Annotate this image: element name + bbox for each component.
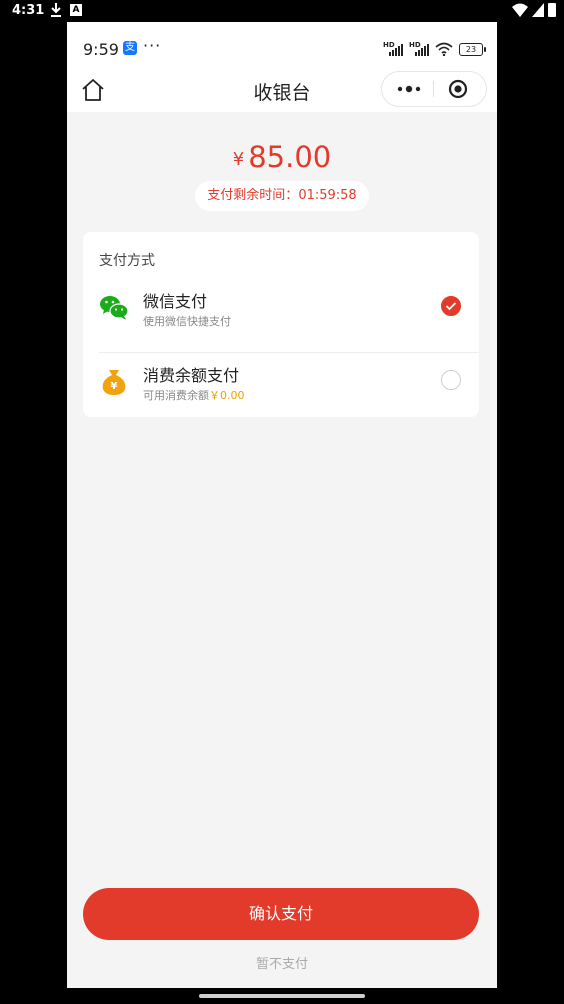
radio-selected[interactable] <box>441 296 461 316</box>
payment-method-wechat[interactable]: 微信支付 使用微信快捷支付 <box>83 280 479 354</box>
method-description: 可用消费余额￥0.00 <box>143 387 245 403</box>
payment-methods-title: 支付方式 <box>99 253 155 269</box>
signal-icon <box>532 3 544 17</box>
wechat-icon <box>100 296 129 320</box>
currency-symbol: ¥ <box>232 149 245 170</box>
mini-program-capsule <box>381 71 487 107</box>
inner-time: 9:59 <box>83 40 119 59</box>
payment-methods-card: 支付方式 微信支付 使用微信快捷支付 ¥ 消费余额支付 可用消费余额￥0.00 <box>83 232 479 417</box>
method-name: 消费余额支付 <box>143 366 240 385</box>
countdown-label: 支付剩余时间： <box>207 188 299 203</box>
balance-label: 可用消费余额 <box>143 389 209 402</box>
balance-amount: ￥0.00 <box>209 389 245 402</box>
battery-icon: 23 <box>459 42 486 56</box>
navigation-bar: 收银台 <box>67 68 497 112</box>
inner-status-icons: HD HD 23 <box>383 41 486 56</box>
wifi-icon <box>435 42 453 56</box>
mini-program-screen: 9:59 支 ··· HD HD 23 收银台 ¥ 85.00 支付剩余时间：0… <box>67 22 497 988</box>
system-status-bar: 4:31 A <box>0 0 564 22</box>
method-name: 微信支付 <box>143 292 208 311</box>
alipay-icon: 支 <box>123 41 137 55</box>
capsule-divider <box>433 81 434 97</box>
wifi-icon <box>512 3 528 17</box>
payment-method-balance[interactable]: ¥ 消费余额支付 可用消费余额￥0.00 <box>83 354 479 428</box>
method-description: 使用微信快捷支付 <box>143 315 231 328</box>
method-divider <box>99 352 479 353</box>
inner-status-bar: 9:59 支 ··· HD HD 23 <box>67 22 497 68</box>
system-navigation-bar <box>0 988 564 1004</box>
money-bag-icon: ¥ <box>102 370 126 395</box>
svg-text:¥: ¥ <box>111 381 118 392</box>
countdown-badge: 支付剩余时间：01:59:58 <box>195 181 369 211</box>
checkmark-icon <box>445 302 457 311</box>
confirm-payment-button[interactable]: 确认支付 <box>83 888 479 940</box>
a-notification-icon: A <box>70 4 82 16</box>
more-options-icon[interactable] <box>396 81 422 97</box>
home-gesture-bar[interactable] <box>199 994 365 998</box>
download-icon <box>51 3 61 17</box>
payment-amount: ¥85.00 <box>67 140 497 174</box>
close-mini-program-icon[interactable] <box>448 79 468 99</box>
skip-payment-link[interactable]: 暂不支付 <box>67 953 497 972</box>
amount-value: 85.00 <box>248 140 332 174</box>
more-notifications-icon: ··· <box>143 36 162 55</box>
countdown-value: 01:59:58 <box>298 188 357 203</box>
signal-hd-icon: HD <box>383 41 403 56</box>
signal-hd-icon-2: HD <box>409 41 429 56</box>
battery-icon <box>548 3 556 17</box>
system-time: 4:31 <box>12 3 45 18</box>
radio-unselected[interactable] <box>441 370 461 390</box>
